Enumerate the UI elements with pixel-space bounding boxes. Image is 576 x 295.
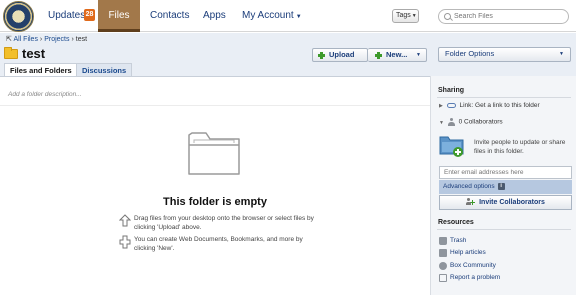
- logo[interactable]: [3, 1, 34, 32]
- chevron-down-icon: ▼: [295, 14, 302, 20]
- info-icon: i: [497, 182, 505, 190]
- empty-state-title: This folder is empty: [163, 196, 267, 208]
- chevron-down-icon: ▼: [559, 51, 564, 57]
- hint-upload-text: Drag files from your desktop onto the br…: [134, 215, 314, 231]
- resource-trash[interactable]: Trash: [439, 236, 466, 246]
- nav-files[interactable]: Files: [98, 0, 140, 32]
- email-field[interactable]: [439, 166, 572, 179]
- hint-create-text: You can create Web Documents, Bookmarks,…: [134, 236, 303, 252]
- collaborators-count: 0 Collaborators: [458, 118, 503, 126]
- tab-discussions[interactable]: Discussions: [76, 63, 133, 77]
- invite-collaborators-button[interactable]: Invite Collaborators: [439, 195, 572, 210]
- main-content: Add a folder description... This folder …: [0, 76, 430, 295]
- top-navigation-bar: Updates 28 Files Contacts Apps My Accoun…: [0, 0, 576, 32]
- report-icon: [439, 274, 447, 282]
- folder-description-field[interactable]: Add a folder description...: [8, 91, 82, 98]
- resource-report-problem[interactable]: Report a problem: [439, 273, 500, 283]
- breadcrumb-item[interactable]: All Files: [13, 36, 38, 43]
- upload-button-label: Upload: [329, 50, 355, 59]
- right-sidebar: Sharing ▶ Link: Get a link to this folde…: [430, 76, 576, 295]
- resource-label: Trash: [450, 237, 467, 244]
- updates-count-badge: 28: [84, 9, 95, 21]
- advanced-options-toggle[interactable]: Advanced options i: [439, 180, 572, 194]
- breadcrumb-separator: ›: [71, 36, 74, 43]
- page-title: test: [22, 46, 46, 61]
- breadcrumb-item-current: test: [75, 36, 88, 43]
- link-icon: [446, 102, 456, 108]
- plus-outline-icon: [119, 235, 131, 249]
- nav-apps[interactable]: Apps: [203, 0, 226, 32]
- divider: [437, 97, 571, 98]
- search-box: [438, 9, 569, 24]
- upload-button[interactable]: Upload: [312, 48, 368, 62]
- folder-options-dropdown[interactable]: Folder Options ▼: [438, 47, 571, 62]
- invite-folder-icon: [439, 136, 464, 157]
- nav-my-account[interactable]: My Account ▼: [242, 0, 302, 32]
- collaborators-row[interactable]: ▼ 0 Collaborators: [439, 118, 503, 126]
- resource-box-community[interactable]: Box Community: [439, 261, 496, 271]
- divider: [437, 229, 571, 230]
- invite-description: Invite people to update or share files i…: [474, 139, 566, 155]
- link-text: Get a link to this folder: [475, 102, 540, 109]
- resource-label: Help articles: [450, 249, 486, 256]
- trash-icon: [439, 237, 447, 245]
- nav-apps-label: Apps: [203, 10, 226, 21]
- share-link-row[interactable]: ▶ Link: Get a link to this folder: [439, 102, 540, 109]
- search-icon[interactable]: [444, 13, 451, 20]
- invite-button-label: Invite Collaborators: [479, 199, 545, 206]
- search-input[interactable]: [454, 11, 564, 22]
- resource-label: Report a problem: [450, 274, 501, 281]
- chevron-down-icon: ▼: [416, 52, 421, 58]
- new-button-label: New...: [386, 50, 408, 59]
- plus-icon: [318, 52, 325, 59]
- resources-heading: Resources: [438, 219, 474, 226]
- breadcrumb-item[interactable]: Projects: [44, 36, 69, 43]
- divider: [0, 105, 430, 106]
- link-label: Link:: [459, 102, 474, 109]
- chevron-down-icon: ▼: [411, 13, 417, 19]
- nav-files-label: Files: [108, 10, 130, 21]
- breadcrumb-separator: ›: [39, 36, 43, 43]
- chevron-right-icon: ▶: [439, 103, 443, 109]
- community-icon: [439, 262, 447, 270]
- advanced-options-label: Advanced options: [443, 183, 495, 190]
- folder-icon: [4, 47, 18, 59]
- add-person-icon: [466, 198, 476, 206]
- empty-folder-icon: [188, 132, 240, 175]
- tags-dropdown[interactable]: Tags▼: [392, 9, 419, 23]
- help-icon: [439, 249, 447, 257]
- upload-arrow-icon: [119, 214, 131, 227]
- folder-options-label: Folder Options: [445, 49, 495, 58]
- nav-contacts[interactable]: Contacts: [150, 0, 189, 32]
- plus-icon: [375, 52, 382, 59]
- sharing-heading: Sharing: [438, 87, 465, 94]
- resource-label: Box Community: [450, 262, 496, 269]
- person-icon: [447, 118, 455, 126]
- tags-label: Tags: [396, 12, 411, 19]
- nav-updates-label: Updates: [48, 10, 86, 21]
- chevron-down-icon: ▼: [439, 119, 444, 126]
- nav-my-account-label: My Account: [242, 10, 294, 21]
- nav-contacts-label: Contacts: [150, 10, 190, 21]
- breadcrumb-up-icon[interactable]: ⇱: [6, 36, 12, 43]
- breadcrumb: ⇱ All Files › Projects › test: [6, 35, 87, 43]
- resource-help-articles[interactable]: Help articles: [439, 248, 486, 258]
- tab-files-and-folders[interactable]: Files and Folders: [4, 63, 78, 77]
- new-button[interactable]: New... ▼: [368, 48, 427, 62]
